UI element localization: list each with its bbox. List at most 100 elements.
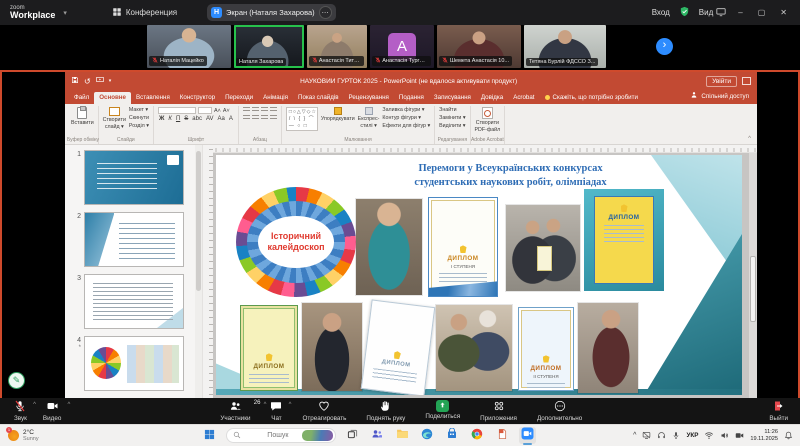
shrink-font-icon[interactable]: A˅ [223, 108, 230, 114]
volume-icon[interactable] [720, 427, 729, 445]
font-style-button[interactable]: abc [191, 116, 203, 122]
tray-mic-icon[interactable] [672, 427, 680, 445]
video-options-chevron[interactable]: ^ [68, 402, 71, 408]
slide-thumbnail-row[interactable]: 1 [69, 150, 193, 205]
slide-thumbnail[interactable] [84, 336, 184, 391]
align-right-icon[interactable] [261, 115, 268, 121]
ppt-share-button[interactable]: Спільний доступ [686, 91, 753, 104]
meeting-tab[interactable]: Конференция [112, 7, 177, 19]
replace-button[interactable]: Замінити ▾ [439, 115, 465, 121]
shape-effects-button[interactable]: Ефекти для фігур ▾ [382, 123, 430, 129]
chrome-button[interactable] [469, 427, 486, 444]
participant-tile[interactable]: Анастасія Титаренко [307, 25, 367, 68]
paste-button[interactable]: Вставити [71, 107, 94, 126]
bullets-icon[interactable] [243, 107, 250, 113]
font-style-button[interactable]: A [228, 116, 234, 122]
create-pdf-button[interactable]: Створити PDF-файл [475, 107, 501, 133]
display-off-icon[interactable] [642, 427, 651, 445]
slide-thumbnail[interactable] [84, 150, 184, 205]
quick-access-dropdown-icon[interactable]: ▾ [109, 78, 112, 84]
participant-tile[interactable]: Наталія Мацейко [147, 25, 231, 68]
chat-button[interactable]: Чат ^ [270, 400, 282, 422]
share-options-button[interactable]: ⋯ [319, 6, 332, 19]
chat-chevron[interactable]: ^ [289, 402, 292, 408]
numbering-icon[interactable] [252, 107, 259, 113]
teams-button[interactable] [369, 427, 386, 444]
ribbon-tab-11[interactable]: Довідка [476, 92, 508, 104]
task-view-button[interactable] [344, 427, 361, 444]
select-button[interactable]: Виділити ▾ [439, 123, 465, 129]
font-style-button[interactable]: Aa [217, 116, 226, 122]
next-participants-button[interactable]: › [656, 38, 673, 55]
save-icon[interactable] [71, 76, 79, 86]
thumbnail-scrollbar[interactable] [195, 145, 202, 398]
video-button[interactable]: Видео ^ [43, 400, 61, 422]
undo-icon[interactable]: ↺ [84, 77, 91, 86]
raise-hand-button[interactable]: Поднять руку [366, 400, 405, 422]
ribbon-tab-6[interactable]: Анімація [258, 92, 293, 104]
ribbon-tab-2[interactable]: Основне [94, 92, 131, 104]
sign-in-button[interactable]: Вход [652, 8, 670, 17]
section-button[interactable]: Розділ ▾ [129, 123, 149, 129]
indent-icon[interactable] [261, 107, 268, 113]
wifi-icon[interactable] [704, 427, 714, 445]
maximize-button[interactable]: ▢ [755, 8, 769, 17]
chevron-down-icon[interactable]: ▾ [63, 9, 67, 17]
close-button[interactable]: ✕ [777, 8, 790, 17]
ribbon-tab-8[interactable]: Рецензування [344, 92, 394, 104]
store-button[interactable] [444, 427, 461, 444]
language-indicator[interactable]: УКР [686, 432, 698, 439]
weather-widget[interactable]: 2°C Sunny [8, 429, 39, 443]
slide-thumbnail[interactable] [84, 212, 184, 267]
edge-button[interactable] [419, 427, 436, 444]
file-explorer-button[interactable] [394, 427, 411, 444]
share-screen-button[interactable]: Поделиться [425, 400, 460, 422]
align-left-icon[interactable] [243, 115, 250, 121]
slide-thumbnail-row[interactable]: 4* [69, 336, 193, 391]
slide[interactable]: Перемоги у Всеукраїнських конкурсах студ… [216, 155, 742, 395]
ribbon-tab-7[interactable]: Показ слайдів [293, 92, 344, 104]
font-style-button[interactable]: AV [205, 116, 215, 122]
ribbon-tab-5[interactable]: Переходи [220, 92, 258, 104]
line-spacing-icon[interactable] [270, 107, 277, 113]
slideshow-icon[interactable] [96, 76, 104, 86]
shape-outline-button[interactable]: Контур фігури ▾ [382, 115, 430, 121]
participants-chevron[interactable]: ^ [264, 402, 267, 408]
minimize-button[interactable]: – [735, 8, 745, 17]
start-button[interactable] [201, 427, 218, 444]
shapes-gallery[interactable]: □○△▽◇☆ / \ { } ⌒ — ○ □ [286, 107, 318, 131]
participant-tile[interactable]: Тетяна Бурлій ФДССО З... [524, 25, 606, 68]
leave-button[interactable]: Выйти [769, 400, 788, 422]
font-style-button[interactable]: S [183, 116, 189, 122]
participants-button[interactable]: Участники 26 ^ [220, 400, 250, 422]
tray-overflow-button[interactable]: ^ [633, 432, 636, 439]
align-center-icon[interactable] [252, 115, 259, 121]
headset-icon[interactable] [657, 427, 666, 445]
ppt-sign-in-button[interactable]: Увійти [706, 76, 737, 87]
audio-button[interactable]: Звук ^ [14, 400, 27, 422]
participant-tile[interactable]: ААнастасія Тургенева [370, 25, 434, 68]
slide-thumbnail-row[interactable]: 3 [69, 274, 193, 329]
slide-scrollbar[interactable] [749, 153, 757, 398]
slide-thumbnail[interactable] [84, 274, 184, 329]
ribbon-tab-12[interactable]: Acrobat [508, 92, 539, 104]
font-style-button[interactable]: К [167, 116, 173, 122]
ribbon-tab-4[interactable]: Конструктор [175, 92, 220, 104]
font-style-button[interactable]: П [175, 116, 181, 122]
arrange-button[interactable]: Упорядкувати [321, 107, 355, 122]
find-button[interactable]: Знайти [439, 107, 465, 113]
justify-icon[interactable] [270, 115, 277, 121]
clock[interactable]: 11:26 19.11.2025 [750, 429, 778, 442]
layout-button[interactable]: Макет ▾ [129, 107, 149, 113]
search-box[interactable]: Пошук [226, 428, 336, 443]
new-slide-button[interactable]: Створити слайд ▾ [103, 107, 126, 130]
document-app-button[interactable] [494, 427, 511, 444]
audio-options-chevron[interactable]: ^ [33, 402, 36, 408]
participant-tile[interactable]: Шемета Анастасія 10... [437, 25, 521, 68]
zoom-app-button[interactable] [519, 427, 536, 444]
notifications-icon[interactable] [784, 427, 793, 445]
font-size-box[interactable] [198, 107, 212, 114]
ribbon-tab-10[interactable]: Записування [429, 92, 476, 104]
reset-button[interactable]: Скинути [129, 115, 149, 121]
collapse-ribbon-button[interactable]: ^ [744, 136, 755, 144]
